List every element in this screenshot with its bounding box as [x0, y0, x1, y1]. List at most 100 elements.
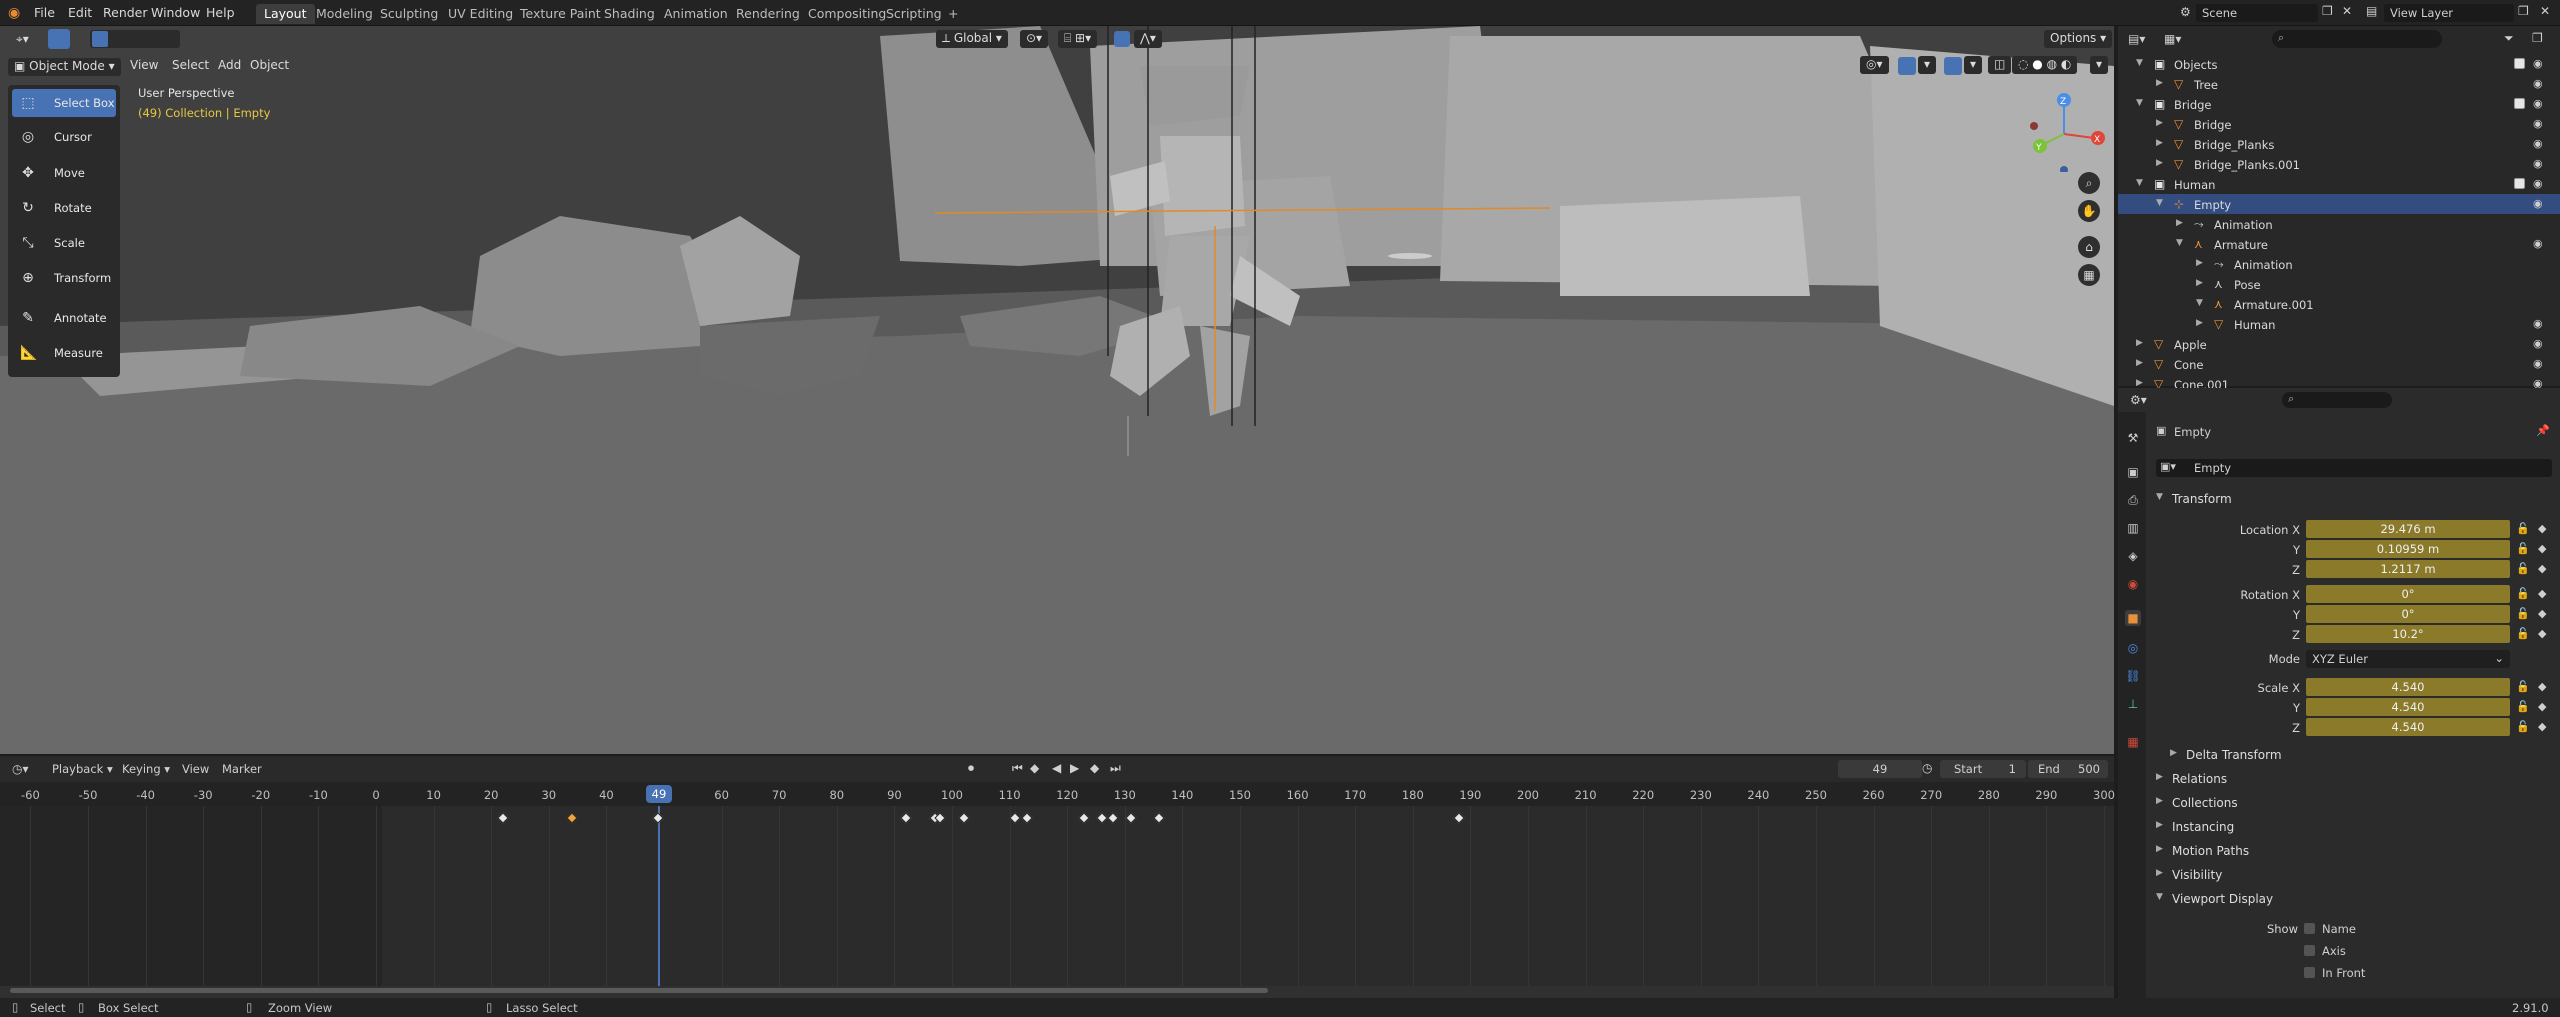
eye-icon[interactable]: ◉ [2533, 137, 2543, 150]
tab-sculpting[interactable]: Sculpting [372, 4, 446, 24]
overlay-toggle-icon[interactable] [1944, 57, 1962, 75]
tab-uv-editing[interactable]: UV Editing [440, 4, 521, 24]
lock-icon[interactable]: 🔓 [2516, 680, 2530, 693]
close-view-layer-icon[interactable]: ✕ [2540, 4, 2550, 18]
timeline-editor-type-icon[interactable]: ◷▾ [12, 762, 29, 776]
menu-render[interactable]: Render [103, 5, 148, 20]
current-frame-field[interactable]: 49 [1838, 760, 1922, 778]
object-data-tab-icon[interactable]: ⊥ [2125, 696, 2141, 712]
outliner-search-input[interactable]: ⌕ [2272, 30, 2442, 48]
tab-rendering[interactable]: Rendering [728, 4, 808, 24]
keyframe-diamond-icon[interactable]: ◆ [2538, 562, 2546, 575]
rotation-z-field[interactable]: 10.2° [2306, 625, 2510, 643]
expand-arrow-icon[interactable]: ▼ [2136, 178, 2143, 188]
outliner-row[interactable]: ▶ ▽ Apple ◉ [2118, 334, 2560, 354]
rotation-x-field[interactable]: 0° [2306, 585, 2510, 603]
timeline-ruler[interactable]: -60 -50 -40 -30 -20 -10 0 10 20 30 40 60 70 80 90 100 11… [0, 782, 2115, 806]
expand-arrow-icon[interactable]: ▶ [2196, 318, 2203, 328]
menu-keying[interactable]: Keying ▾ [122, 762, 170, 776]
keyframe-marker[interactable] [1453, 812, 1465, 824]
mode-set-icon[interactable] [92, 31, 108, 47]
outliner-row[interactable]: ▶ ▽ Tree ◉ [2118, 74, 2560, 94]
menu-select[interactable]: Select [172, 58, 209, 72]
next-keyframe-icon[interactable]: ◆ [1090, 761, 1099, 775]
eye-icon[interactable]: ◉ [2533, 177, 2543, 190]
shading-modes[interactable]: ◌ ● ◍ ◐ [2012, 56, 2078, 74]
tool-annotate[interactable]: ✎ Annotate [12, 304, 116, 332]
keyframe-diamond-icon[interactable]: ◆ [2538, 587, 2546, 600]
keyframe-marker[interactable] [1153, 812, 1166, 824]
expand-arrow-icon[interactable]: ▶ [2156, 138, 2163, 148]
expand-arrow-icon[interactable]: ▼ [2136, 98, 2143, 108]
location-x-field[interactable]: 29.476 m [2306, 520, 2510, 538]
texture-tab-icon[interactable]: ▦ [2125, 734, 2141, 750]
tool-select-box[interactable]: ⬚ Select Box [12, 89, 116, 117]
exclude-checkbox[interactable] [2514, 58, 2525, 69]
exclude-checkbox[interactable] [2514, 178, 2525, 189]
proportional-edit-icon[interactable] [1114, 31, 1130, 47]
delta-transform-header[interactable]: ▶ Delta Transform [2160, 744, 2560, 766]
timeline-scrollbar[interactable] [10, 988, 1268, 993]
outliner-row[interactable]: ▼ ⊹ Empty ◉ [2118, 194, 2560, 214]
expand-arrow-icon[interactable]: ▼ [2196, 298, 2203, 308]
zoom-icon[interactable]: ⌕ [2078, 172, 2100, 194]
outliner-row[interactable]: ▶ ▽ Cone ◉ [2118, 354, 2560, 374]
lock-icon[interactable]: 🔓 [2516, 587, 2530, 600]
menu-window[interactable]: Window [151, 5, 200, 20]
props-editor-type-icon[interactable]: ⚙▾ [2130, 393, 2147, 407]
outliner-editor-type-icon[interactable]: ▤▾ [2128, 32, 2145, 46]
view-layer-tab-icon[interactable]: ▥ [2125, 520, 2141, 536]
keyframe-diamond-icon[interactable]: ◆ [2538, 522, 2546, 535]
location-z-field[interactable]: 1.2117 m [2306, 560, 2510, 578]
record-button-icon[interactable]: ⏺ [968, 761, 974, 776]
tab-animation[interactable]: Animation [656, 4, 736, 24]
keyframe-marker[interactable] [1078, 812, 1091, 824]
expand-arrow-icon[interactable]: ▶ [2156, 118, 2163, 128]
new-collection-icon[interactable]: ❐ [2532, 31, 2543, 45]
close-scene-icon[interactable]: ✕ [2342, 4, 2352, 18]
lock-icon[interactable]: 🔓 [2516, 522, 2530, 535]
eye-icon[interactable]: ◉ [2533, 197, 2543, 210]
outliner-row[interactable]: ▼ ▣ Human ◉ [2118, 174, 2560, 194]
select-mode-buttons[interactable] [48, 29, 70, 49]
jump-end-icon[interactable]: ⏭ [1110, 761, 1121, 776]
scale-y-field[interactable]: 4.540 [2306, 698, 2510, 716]
keyframe-diamond-icon[interactable]: ◆ [2538, 607, 2546, 620]
pin-icon[interactable]: 📌 [2536, 424, 2550, 437]
blender-logo-icon[interactable]: ◉ [8, 5, 20, 21]
visibility-dropdown[interactable]: ◎▾ [1860, 56, 1889, 74]
transform-panel-header[interactable]: ▼ Transform [2146, 488, 2558, 510]
menu-marker[interactable]: Marker [222, 762, 262, 776]
expand-arrow-icon[interactable]: ▶ [2196, 278, 2203, 288]
outliner-row[interactable]: ▼ ⋏ Armature.001 [2118, 294, 2560, 314]
snap-toggle[interactable]: ⌸ ⊞▾ [1058, 30, 1098, 48]
expand-arrow-icon[interactable]: ▶ [2176, 218, 2183, 228]
outliner-row[interactable]: ▶ ▽ Human ◉ [2118, 314, 2560, 334]
eye-icon[interactable]: ◉ [2533, 77, 2543, 90]
3d-viewport[interactable]: ⌖▾ ▣ Object Mode ▾ View Select Add Objec… [0, 26, 2114, 754]
tool-transform[interactable]: ⊕ Transform [12, 264, 116, 292]
outliner-row[interactable]: ▶ ▽ Bridge ◉ [2118, 114, 2560, 134]
object-datablock-field[interactable]: ▣▾ Empty [2156, 459, 2552, 477]
collections-header[interactable]: ▶ Collections [2146, 792, 2558, 814]
grid-view-icon[interactable]: ▦ [2078, 264, 2100, 286]
expand-arrow-icon[interactable]: ▶ [2136, 358, 2143, 368]
mode-dropdown[interactable]: ▣ Object Mode ▾ [8, 58, 121, 76]
expand-arrow-icon[interactable]: ▶ [2136, 338, 2143, 348]
outliner-row[interactable]: ▼ ▣ Objects ◉ [2118, 54, 2560, 74]
keyframe-marker[interactable] [957, 812, 970, 824]
keyframe-marker[interactable] [566, 812, 578, 824]
constraints-tab-icon[interactable]: ⛓ [2125, 668, 2141, 684]
eye-icon[interactable]: ◉ [2533, 317, 2543, 330]
scale-x-field[interactable]: 4.540 [2306, 678, 2510, 696]
keyframe-diamond-icon[interactable]: ◆ [2538, 680, 2546, 693]
rotation-y-field[interactable]: 0° [2306, 605, 2510, 623]
menu-object[interactable]: Object [250, 58, 289, 72]
keyframe-diamond-icon[interactable]: ◆ [2538, 720, 2546, 733]
keyframe-marker[interactable] [1021, 812, 1033, 824]
eye-icon[interactable]: ◉ [2533, 97, 2543, 110]
outliner-row[interactable]: ▶ ▽ Bridge_Planks ◉ [2118, 134, 2560, 154]
menu-edit[interactable]: Edit [68, 5, 92, 20]
outliner-row[interactable]: ▶ ⤳ Animation [2118, 254, 2560, 274]
scene-tab-icon[interactable]: ◈ [2125, 548, 2141, 564]
